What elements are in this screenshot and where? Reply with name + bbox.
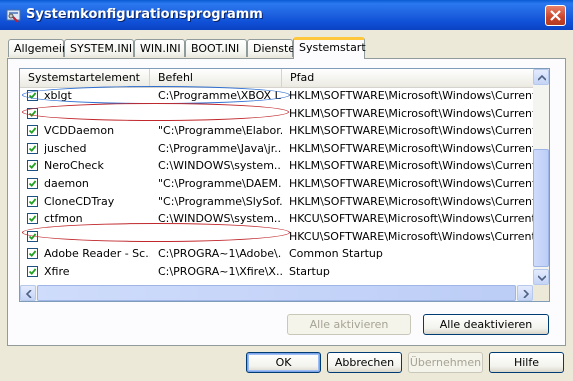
checkmark-icon	[28, 215, 37, 223]
startup-item-checkbox[interactable]	[27, 178, 38, 189]
startup-item-command: "C:\Programme\Elabor...	[158, 124, 282, 138]
startup-item-name: xblgt	[44, 89, 72, 102]
startup-item-path: HKLM\SOFTWARE\Microsoft\Windows\CurrentV…	[289, 124, 533, 138]
arrow-left-icon	[25, 290, 32, 298]
startup-item-path: HKLM\SOFTWARE\Microsoft\Windows\CurrentV…	[289, 141, 533, 155]
arrow-up-icon	[538, 74, 546, 81]
apply-button[interactable]: Übernehmen	[408, 352, 483, 373]
column-header-startup-item[interactable]: Systemstartelement	[20, 69, 150, 87]
scroll-down-button[interactable]	[533, 269, 549, 285]
startup-item-command: C:\Programme\Java\jr...	[158, 141, 282, 155]
arrow-right-icon	[523, 290, 530, 298]
tab-boot-ini[interactable]: BOOT.INI	[185, 39, 247, 57]
arrow-down-icon	[538, 275, 546, 282]
startup-item-command: C:\PROGRA~1\Adobe\...	[158, 247, 282, 261]
vertical-scrollbar[interactable]	[533, 69, 549, 285]
startup-item-checkbox[interactable]	[27, 160, 38, 172]
table-row[interactable]: HKCU\SOFTWARE\Microsoft\Windows\CurrentV…	[20, 228, 533, 246]
checkmark-icon	[28, 110, 37, 117]
enable-all-button[interactable]: Alle aktivieren	[287, 314, 411, 335]
scroll-up-button[interactable]	[533, 69, 549, 85]
table-row[interactable]: ctfmon C:\WINDOWS\system... HKCU\SOFTWARE\…	[20, 210, 533, 228]
startup-item-path: HKLM\SOFTWARE\Microsoft\Windows\CurrentV…	[289, 177, 533, 190]
checkmark-icon	[28, 250, 37, 258]
help-button[interactable]: Hilfe	[489, 352, 564, 373]
startup-item-name: VCDDaemon	[44, 124, 115, 138]
startup-item-path: Common Startup	[289, 247, 383, 261]
startup-item-command: C:\PROGRA~1\Xfire\X...	[158, 265, 282, 278]
startup-item-checkbox[interactable]	[27, 90, 38, 101]
checkmark-icon	[28, 127, 37, 135]
startup-item-command: C:\WINDOWS\system...	[158, 212, 282, 226]
startup-item-checkbox[interactable]	[27, 195, 38, 207]
startup-item-checkbox[interactable]	[27, 142, 38, 154]
scroll-left-button[interactable]	[20, 285, 36, 301]
table-row[interactable]: jusched C:\Programme\Java\jr... HKLM\SOFTW…	[20, 140, 533, 158]
startup-item-name: NeroCheck	[44, 159, 104, 173]
checkmark-icon	[28, 233, 37, 240]
scrollbar-corner	[533, 285, 549, 301]
startup-item-path: HKCU\SOFTWARE\Microsoft\Windows\CurrentV…	[289, 212, 533, 226]
horizontal-scrollbar[interactable]	[20, 285, 533, 301]
startup-item-checkbox[interactable]	[27, 107, 38, 119]
tab-system-ini[interactable]: SYSTEM.INI	[64, 39, 134, 57]
table-row[interactable]: NeroCheck C:\WINDOWS\system... HKLM\SOFTWA…	[20, 157, 533, 175]
startup-item-name: CloneCDTray	[44, 194, 115, 208]
startup-item-checkbox[interactable]	[27, 248, 38, 260]
startup-item-path: HKCU\SOFTWARE\Microsoft\Windows\CurrentV…	[289, 229, 533, 243]
startup-item-checkbox[interactable]	[27, 230, 38, 242]
startup-item-path: HKLM\SOFTWARE\Microsoft\Windows\CurrentV…	[289, 194, 533, 208]
cancel-button[interactable]: Abbrechen	[327, 352, 402, 373]
startup-item-checkbox[interactable]	[27, 213, 38, 225]
horizontal-scroll-thumb[interactable]	[37, 285, 516, 301]
table-row[interactable]: daemon "C:\Programme\DAEM... HKLM\SOFTWARE…	[20, 175, 533, 193]
startup-item-name: daemon	[44, 177, 89, 190]
table-row[interactable]: Xfire C:\PROGRA~1\Xfire\X... Startup	[20, 263, 533, 281]
system-config-window: Systemkonfigurationsprogramm Allgemein S…	[0, 0, 573, 381]
startup-item-path: Startup	[289, 265, 330, 278]
startup-item-command: "C:\Programme\DAEM...	[158, 177, 282, 190]
checkmark-icon	[28, 145, 37, 152]
close-icon	[550, 10, 561, 21]
checkmark-icon	[28, 162, 37, 170]
window-title: Systemkonfigurationsprogramm	[26, 7, 263, 22]
close-button[interactable]	[545, 5, 566, 26]
checkmark-icon	[28, 198, 37, 205]
disable-all-button[interactable]: Alle deaktivieren	[423, 314, 549, 335]
checkmark-icon	[28, 180, 37, 188]
startup-item-path: HKLM\SOFTWARE\Microsoft\Windows\CurrentV…	[289, 106, 533, 120]
startup-item-name: jusched	[44, 141, 87, 155]
title-bar[interactable]: Systemkonfigurationsprogramm	[0, 0, 573, 30]
column-header-path[interactable]: Pfad	[282, 69, 533, 87]
tab-systemstart[interactable]: Systemstart	[293, 37, 366, 59]
table-row[interactable]: VCDDaemon "C:\Programme\Elabor... HKLM\SOF…	[20, 122, 533, 140]
startup-item-name: Xfire	[44, 265, 70, 278]
table-row[interactable]: CloneCDTray "C:\Programme\SlySof... HKLM\S…	[20, 193, 533, 211]
startup-item-name: Adobe Reader - Sc...	[44, 247, 150, 261]
startup-item-command: "C:\Programme\SlySof...	[158, 194, 282, 208]
table-row[interactable]: HKLM\SOFTWARE\Microsoft\Windows\CurrentV…	[20, 105, 533, 123]
table-row[interactable]: Adobe Reader - Sc... C:\PROGRA~1\Adobe\..…	[20, 245, 533, 263]
settings-app-icon	[6, 9, 21, 23]
ok-button[interactable]: OK	[246, 352, 321, 373]
startup-item-path: HKLM\SOFTWARE\Microsoft\Windows\CurrentV…	[289, 159, 533, 173]
checkmark-icon	[28, 268, 37, 276]
column-header-command[interactable]: Befehl	[150, 69, 282, 87]
startup-item-command: C:\WINDOWS\system...	[158, 159, 282, 173]
startup-list[interactable]: Systemstartelement Befehl Pfad xblgt C:\P…	[19, 68, 550, 302]
table-row[interactable]: xblgt C:\Programme\XBOX L... HKLM\SOFTWARE…	[20, 87, 533, 105]
tab-win-ini[interactable]: WIN.INI	[134, 39, 185, 57]
startup-item-command: C:\Programme\XBOX L...	[158, 89, 282, 102]
scroll-right-button[interactable]	[517, 285, 533, 301]
startup-item-checkbox[interactable]	[27, 266, 38, 277]
tab-allgemein[interactable]: Allgemein	[8, 39, 69, 57]
vertical-scroll-thumb[interactable]	[533, 149, 549, 267]
startup-item-checkbox[interactable]	[27, 125, 38, 137]
startup-item-path: HKLM\SOFTWARE\Microsoft\Windows\CurrentV…	[289, 89, 533, 102]
checkmark-icon	[28, 92, 37, 100]
startup-item-name: ctfmon	[44, 212, 83, 226]
list-header: Systemstartelement Befehl Pfad	[20, 69, 533, 88]
tab-dienste[interactable]: Dienste	[247, 39, 295, 57]
